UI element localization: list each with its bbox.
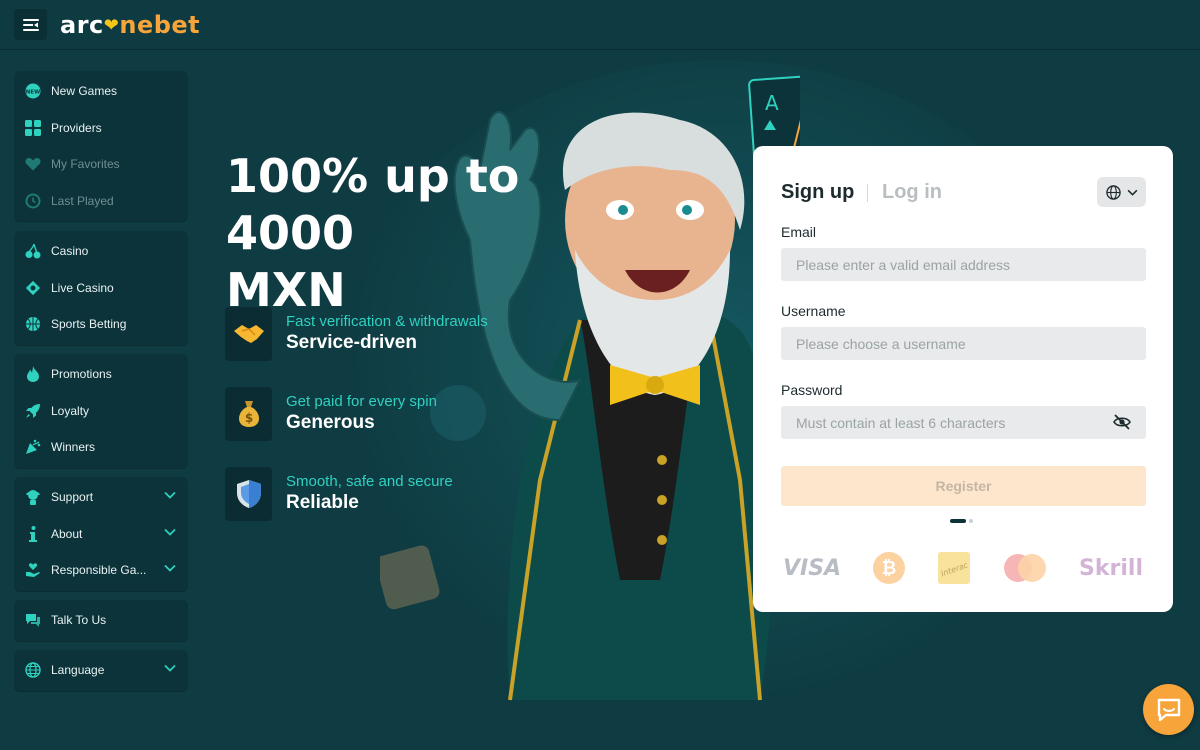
password-field[interactable] bbox=[781, 406, 1146, 439]
sidebar-item-label: Responsible Ga... bbox=[51, 563, 147, 578]
heart-logo-icon: ❤ bbox=[103, 15, 120, 36]
chevron-down-icon bbox=[164, 664, 176, 672]
feature-reliable: Smooth, safe and secure Reliable bbox=[225, 467, 555, 521]
password-label: Password bbox=[781, 382, 843, 398]
sidebar-item-label: Talk To Us bbox=[51, 613, 107, 628]
sidebar-group-casino: Casino Live Casino Sports Betting bbox=[14, 231, 188, 345]
carousel-dot-active[interactable] bbox=[950, 519, 966, 523]
carousel-dots bbox=[950, 519, 973, 523]
shield-icon bbox=[225, 467, 272, 521]
username-label: Username bbox=[781, 303, 846, 319]
sidebar-item-language[interactable]: Language bbox=[14, 652, 188, 689]
sidebar-item-providers[interactable]: Providers bbox=[14, 110, 188, 147]
sidebar-item-casino[interactable]: Casino bbox=[14, 233, 188, 270]
sidebar-item-label: Winners bbox=[51, 440, 96, 455]
sidebar-item-label: New Games bbox=[51, 84, 118, 99]
sidebar-item-label: Providers bbox=[51, 120, 102, 135]
money-bag-icon: $ bbox=[225, 387, 272, 441]
feature-generous: $ Get paid for every spin Generous bbox=[225, 387, 555, 441]
globe-icon bbox=[24, 661, 42, 679]
email-field[interactable] bbox=[781, 248, 1146, 281]
sidebar-item-label: Last Played bbox=[51, 194, 114, 209]
info-icon bbox=[24, 525, 42, 543]
svg-text:A: A bbox=[765, 91, 779, 115]
bitcoin-icon: ₿ bbox=[873, 552, 906, 584]
tab-divider bbox=[867, 184, 868, 202]
chat-bubbles-icon bbox=[24, 611, 42, 629]
sidebar-item-last-played[interactable]: Last Played bbox=[14, 183, 188, 220]
sidebar-item-live-casino[interactable]: Live Casino bbox=[14, 270, 188, 307]
live-chat-button[interactable] bbox=[1143, 684, 1194, 735]
sidebar-item-promotions[interactable]: Promotions bbox=[14, 356, 188, 393]
visa-logo: VISA bbox=[783, 555, 842, 581]
rocket-icon bbox=[24, 402, 42, 420]
username-field[interactable] bbox=[781, 327, 1146, 360]
chevron-down-icon bbox=[164, 528, 176, 536]
language-select-button[interactable] bbox=[1097, 177, 1146, 207]
sidebar-group-promotions: Promotions Loyalty Winners bbox=[14, 354, 188, 468]
chevron-down-icon bbox=[1127, 189, 1137, 196]
feature-service-driven: Fast verification & withdrawals Service-… bbox=[225, 307, 555, 361]
sidebar-item-sports-betting[interactable]: Sports Betting bbox=[14, 306, 188, 343]
interac-logo: Interac bbox=[938, 552, 971, 584]
grid-icon bbox=[24, 119, 42, 137]
sidebar-item-support[interactable]: Support bbox=[14, 479, 188, 516]
svg-text:NEW: NEW bbox=[26, 90, 40, 96]
email-label: Email bbox=[781, 224, 817, 240]
sidebar-item-label: Loyalty bbox=[51, 403, 90, 418]
top-header: arc❤nebet bbox=[0, 0, 1200, 50]
payment-methods: VISA ₿ Interac Skrill bbox=[783, 548, 1143, 588]
promo-headline: 100% up to 4000 MXN bbox=[226, 149, 520, 317]
sidebar-item-label: Live Casino bbox=[51, 280, 114, 295]
hand-heart-icon bbox=[24, 561, 42, 579]
sidebar-item-label: Promotions bbox=[51, 367, 112, 382]
chat-bubble-icon bbox=[1157, 698, 1180, 721]
tab-sign-up[interactable]: Sign up bbox=[781, 181, 854, 204]
sidebar-item-label: Sports Betting bbox=[51, 317, 127, 332]
sidebar-item-label: Casino bbox=[51, 244, 89, 259]
support-icon bbox=[24, 488, 42, 506]
signup-card: Sign up Log in Email Username Password R… bbox=[753, 146, 1173, 612]
heart-icon bbox=[24, 155, 42, 173]
sidebar-item-my-favorites[interactable]: My Favorites bbox=[14, 146, 188, 183]
carousel-dot[interactable] bbox=[969, 519, 973, 523]
basketball-icon bbox=[24, 315, 42, 333]
register-button[interactable]: Register bbox=[781, 466, 1146, 506]
sidebar-item-label: My Favorites bbox=[51, 157, 120, 172]
brand-logo[interactable]: arc❤nebet bbox=[60, 11, 200, 39]
sidebar-item-new-games[interactable]: NEW New Games bbox=[14, 73, 188, 110]
svg-text:₿: ₿ bbox=[882, 558, 897, 579]
menu-button[interactable] bbox=[14, 9, 47, 40]
sidebar-group-talk: Talk To Us bbox=[14, 600, 188, 641]
sidebar-item-loyalty[interactable]: Loyalty bbox=[14, 393, 188, 430]
sidebar-item-label: Language bbox=[51, 663, 105, 678]
sidebar-group-info: Support About Responsible Ga... bbox=[14, 477, 188, 591]
chevron-down-icon bbox=[164, 565, 176, 572]
sidebar-item-label: Support bbox=[51, 490, 94, 505]
cherries-icon bbox=[24, 242, 42, 260]
svg-text:$: $ bbox=[244, 411, 252, 425]
sidebar-item-winners[interactable]: Winners bbox=[14, 429, 188, 466]
hamburger-icon bbox=[22, 18, 39, 31]
handshake-icon bbox=[225, 307, 272, 361]
sidebar-group-games: NEW New Games Providers My Favorites Las… bbox=[14, 71, 188, 222]
skrill-logo: Skrill bbox=[1079, 555, 1143, 581]
tab-log-in[interactable]: Log in bbox=[882, 181, 942, 204]
mastercard-logo bbox=[1004, 554, 1047, 582]
confetti-icon bbox=[24, 438, 42, 456]
sidebar-group-language: Language bbox=[14, 650, 188, 691]
eye-slash-icon[interactable] bbox=[1113, 414, 1131, 430]
chip-icon bbox=[24, 279, 42, 297]
new-badge-icon: NEW bbox=[24, 82, 42, 100]
flame-icon bbox=[24, 365, 42, 383]
globe-icon bbox=[1105, 184, 1121, 200]
history-icon bbox=[24, 192, 42, 210]
sidebar-item-label: About bbox=[51, 526, 83, 541]
sidebar-item-about[interactable]: About bbox=[14, 516, 188, 553]
sidebar-item-responsible-gaming[interactable]: Responsible Ga... bbox=[14, 552, 188, 589]
sidebar-item-talk-to-us[interactable]: Talk To Us bbox=[14, 602, 188, 639]
chevron-down-icon bbox=[164, 491, 176, 499]
